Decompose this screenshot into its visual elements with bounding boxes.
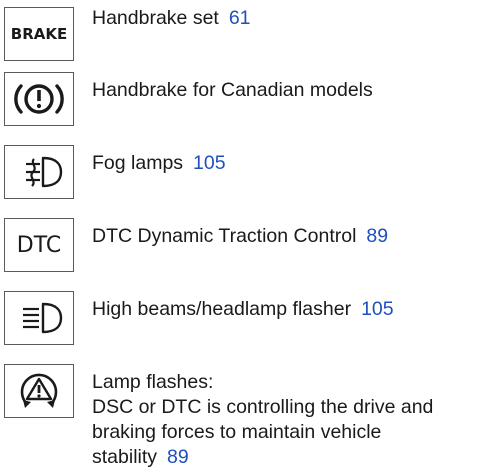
indicator-label: DTC Dynamic Traction Control [92, 225, 357, 247]
page-reference-link[interactable]: 89 [366, 225, 388, 247]
indicator-label-line1: Lamp flashes: [92, 371, 214, 393]
indicator-label: Handbrake for Canadian models [92, 79, 373, 101]
dtc-text-icon: DTC [4, 218, 74, 272]
page-reference-link[interactable]: 105 [193, 152, 226, 174]
indicator-description: DTC Dynamic Traction Control 89 [92, 224, 388, 248]
dsc-triangle-icon [4, 364, 74, 418]
indicator-description: Handbrake for Canadian models [92, 78, 373, 102]
indicator-description: Lamp flashes: DSC or DTC is controlling … [92, 370, 482, 470]
indicator-label-line2: DSC or DTC is controlling the drive and … [92, 396, 434, 468]
brake-text-icon: BRAKE [4, 7, 74, 61]
indicator-label: Fog lamps [92, 152, 184, 174]
indicator-label: High beams/headlamp flasher [92, 298, 352, 320]
indicator-description: High beams/headlamp flasher 105 [92, 297, 394, 321]
high-beam-icon [4, 291, 74, 345]
page-reference-link[interactable]: 89 [167, 446, 189, 468]
fog-lamp-icon [4, 145, 74, 199]
indicator-description: Handbrake set 61 [92, 6, 251, 30]
circle-exclamation-icon [4, 72, 74, 126]
page-reference-link[interactable]: 105 [361, 298, 394, 320]
indicator-description: Fog lamps 105 [92, 151, 226, 175]
indicator-label: Handbrake set [92, 7, 219, 29]
page-reference-link[interactable]: 61 [229, 7, 251, 29]
